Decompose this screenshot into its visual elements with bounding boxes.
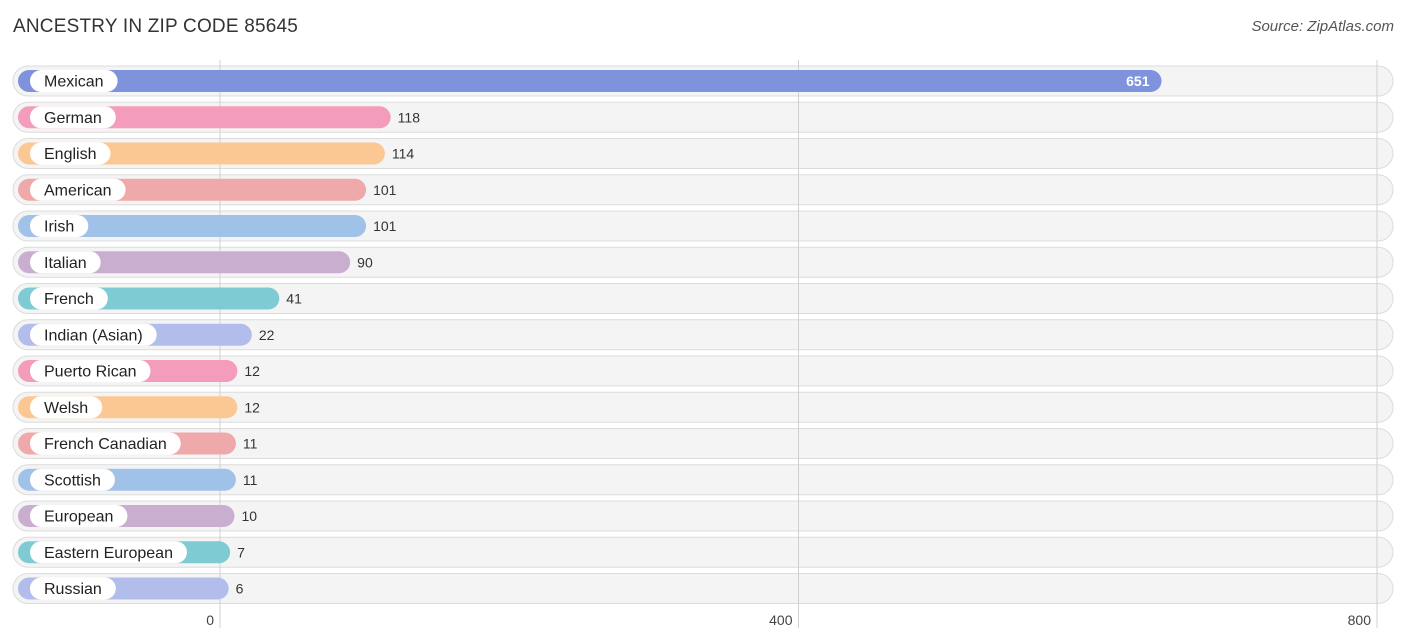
- bar-group[interactable]: Russian 6: [18, 577, 244, 600]
- value-label: 651: [1126, 73, 1150, 89]
- value-label: 12: [244, 363, 260, 379]
- bar-group[interactable]: Puerto Rican 12: [18, 360, 260, 382]
- value-label: 11: [243, 436, 258, 452]
- value-label: 114: [392, 146, 415, 162]
- x-tick-label: 400: [769, 612, 793, 628]
- bar-group[interactable]: English 114: [18, 142, 415, 165]
- bar-group[interactable]: American 101: [18, 178, 397, 201]
- category-label: European: [44, 509, 113, 526]
- value-label: 6: [236, 581, 244, 597]
- category-label: American: [44, 182, 112, 199]
- bar-group[interactable]: Mexican 651: [18, 70, 1162, 92]
- category-label: Irish: [44, 219, 74, 236]
- category-label: Puerto Rican: [44, 364, 137, 381]
- value-label: 11: [243, 472, 258, 488]
- category-label: Eastern European: [44, 545, 173, 562]
- value-label: 12: [244, 399, 260, 415]
- x-tick-label: 0: [206, 612, 214, 628]
- bar-group[interactable]: French 41: [18, 287, 302, 310]
- category-label: English: [44, 146, 96, 163]
- category-label: Scottish: [44, 472, 101, 489]
- value-label: 118: [398, 109, 421, 125]
- value-label: 22: [259, 327, 275, 343]
- category-label: French Canadian: [44, 436, 167, 453]
- category-label: Indian (Asian): [44, 327, 143, 344]
- category-label: Welsh: [44, 400, 88, 417]
- bar-group[interactable]: Eastern European 7: [18, 541, 245, 564]
- bar-chart: Mexican 651German 118English 114American 101…: [12, 60, 1394, 628]
- category-label: Russian: [44, 581, 102, 598]
- value-label: 90: [357, 254, 373, 270]
- value-label: 10: [241, 508, 257, 524]
- bar-group[interactable]: Indian (Asian) 22: [18, 323, 275, 346]
- bar-group[interactable]: French Canadian 11: [18, 432, 258, 455]
- value-label: 101: [373, 218, 397, 234]
- category-label: French: [44, 291, 94, 308]
- bar-group[interactable]: Irish 101: [18, 215, 397, 237]
- x-tick-label: 800: [1348, 612, 1372, 628]
- bar-group[interactable]: Welsh 12: [18, 396, 260, 419]
- bar-group[interactable]: German 118: [18, 106, 421, 129]
- category-label: Mexican: [44, 74, 104, 91]
- value-label: 7: [237, 544, 245, 560]
- bar-group[interactable]: European 10: [18, 505, 257, 527]
- category-label: Italian: [44, 255, 87, 272]
- category-label: German: [44, 110, 102, 127]
- value-label: 101: [373, 182, 397, 198]
- bar-group[interactable]: Italian 90: [18, 251, 373, 274]
- bar[interactable]: [18, 70, 1162, 92]
- bar-group[interactable]: Scottish 11: [18, 468, 258, 491]
- value-label: 41: [286, 291, 302, 307]
